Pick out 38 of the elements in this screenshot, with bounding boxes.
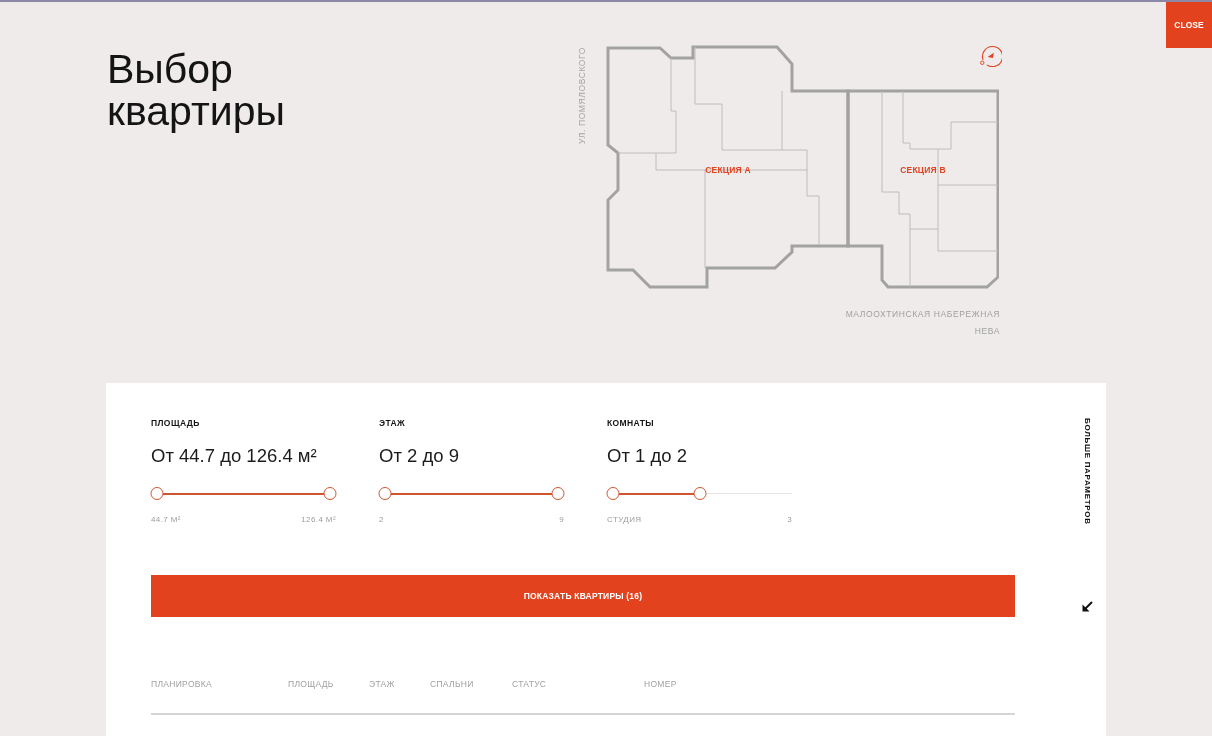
slider-handle[interactable] [150,487,164,500]
slider-handle[interactable] [693,487,706,500]
range-max-label: 126.4 М² [301,515,336,525]
column-header: ПЛОЩАДЬ [288,679,334,690]
filter-label: ПЛОЩАДЬ [151,418,200,429]
compass-icon [979,44,1002,67]
slider-handle[interactable] [323,487,337,500]
street-label: УЛ. ПОМЯЛОВСКОГО [577,47,587,144]
show-apartments-button[interactable]: ПОКАЗАТЬ КВАРТИРЫ (16) [151,575,1015,617]
range-min-label: 44.7 М² [151,515,181,525]
range-slider-track[interactable] [151,487,336,501]
more-parameters-button[interactable]: БОЛЬШЕ ПАРАМЕТРОВ [1083,418,1092,525]
close-button[interactable]: CLOSE [1166,2,1212,48]
section-label: СЕКЦИЯ В [900,165,946,175]
slider-handle[interactable] [606,487,620,500]
river-label: НЕВА [974,326,1000,337]
column-header: СПАЛЬНИ [430,679,474,690]
range-max-label: 3 [787,515,792,525]
arrow-down-left-icon[interactable] [1082,600,1093,612]
range-min-label: 2 [379,515,384,525]
filter-value: От 2 до 9 [379,445,459,467]
column-header: НОМЕР [644,679,677,690]
range-min-label: СТУДИЯ [607,515,642,525]
embankment-label: МАЛООХТИНСКАЯ НАБЕРЕЖНАЯ [845,309,1000,320]
column-header: СТАТУС [512,679,547,690]
page-title: Выбор квартиры [107,48,286,132]
range-slider-track[interactable] [607,487,792,501]
range-max-label: 9 [559,515,564,525]
range-slider-track[interactable] [379,487,564,501]
filter-value: От 1 до 2 [607,445,687,467]
slider-handle[interactable] [378,487,392,500]
slider-handle[interactable] [551,487,565,500]
column-header: ПЛАНИРОВКА [151,679,212,690]
filter-label: КОМНАТЫ [607,418,655,429]
filter-value: От 44.7 до 126.4 м² [151,445,317,467]
filter-label: ЭТАЖ [379,418,406,429]
column-header: ЭТАЖ [369,679,395,690]
section-label: СЕКЦИЯ А [705,165,751,175]
